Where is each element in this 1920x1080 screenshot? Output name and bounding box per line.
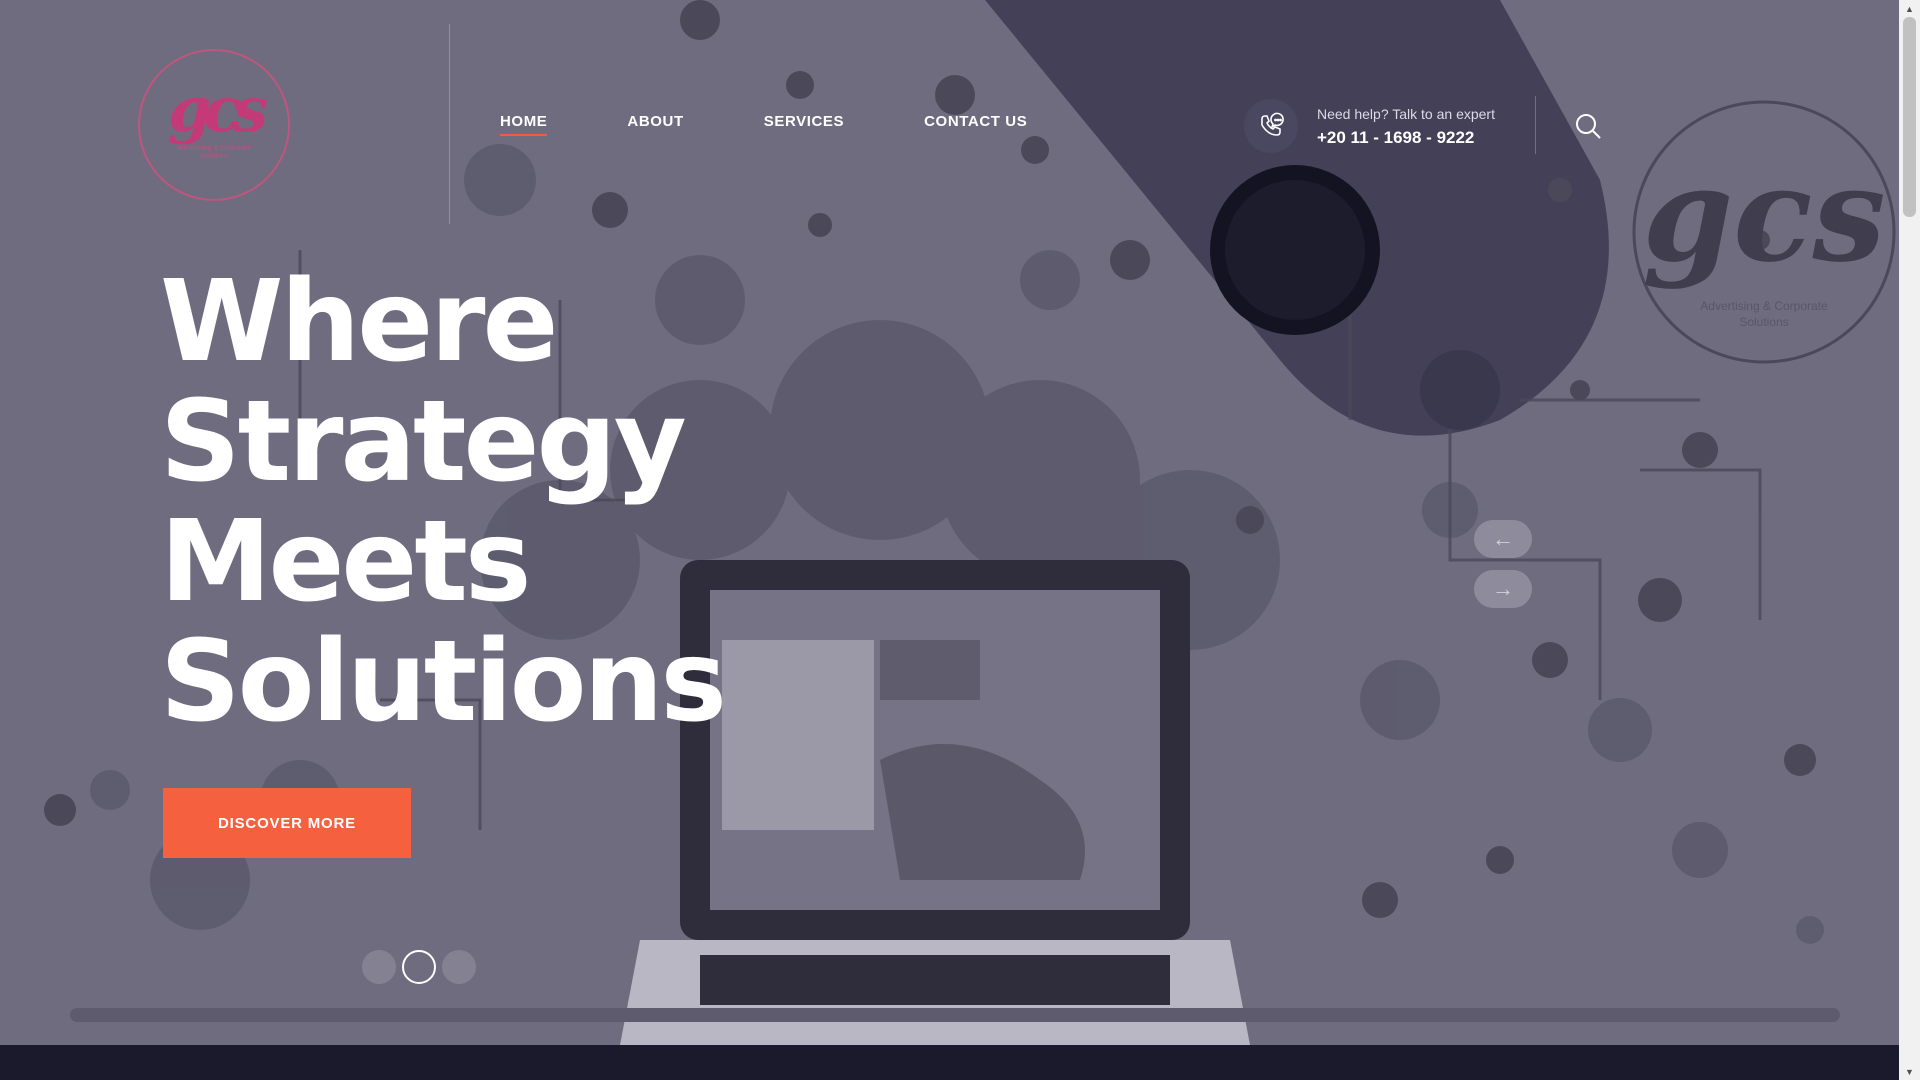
main-nav: HOME ABOUT SERVICES CONTACT US — [500, 113, 1027, 136]
page-scrollbar[interactable]: ▲ ▼ — [1899, 0, 1920, 1080]
logo-mark: gcs — [167, 72, 268, 146]
arrow-right-icon[interactable]: → — [1474, 570, 1532, 608]
slider-dot-2[interactable] — [402, 950, 436, 984]
svg-text:Solutions: Solutions — [1739, 315, 1788, 329]
help-phone-number[interactable]: +20 11 - 1698 - 9222 — [1317, 128, 1474, 148]
scroll-up-icon[interactable]: ▲ — [1899, 0, 1920, 17]
nav-item-home[interactable]: HOME — [500, 113, 548, 136]
discover-more-button[interactable]: DISCOVER MORE — [163, 788, 411, 858]
brand-logo[interactable]: gcs Advertising & Corporate Solutions — [138, 49, 290, 201]
help-label: Need help? Talk to an expert — [1317, 106, 1495, 122]
headline-line-3: Meets — [160, 497, 532, 627]
header-divider-left — [449, 24, 450, 224]
headline-line-1: Where — [160, 257, 558, 387]
svg-text:Advertising & Corporate: Advertising & Corporate — [1700, 299, 1828, 313]
page-viewport: gcs Advertising & Corporate Solutions gc… — [0, 0, 1899, 1080]
nav-item-services[interactable]: SERVICES — [764, 113, 844, 136]
slider-pagination — [362, 950, 476, 984]
search-icon[interactable] — [1573, 111, 1603, 141]
header-divider-right — [1535, 96, 1536, 154]
svg-text:gcs: gcs — [1642, 138, 1885, 291]
arrow-left-icon[interactable]: ← — [1474, 520, 1532, 558]
hero-headline: Where Strategy Meets Solutions — [160, 262, 800, 742]
nav-item-contact-us[interactable]: CONTACT US — [924, 113, 1027, 136]
phone-chat-icon[interactable] — [1244, 99, 1298, 153]
slider-dot-1[interactable] — [362, 950, 396, 984]
next-section-band — [0, 1045, 1899, 1080]
scrollbar-thumb[interactable] — [1903, 17, 1916, 217]
headline-line-2: Strategy — [160, 377, 687, 507]
scroll-down-icon[interactable]: ▼ — [1899, 1063, 1920, 1080]
headline-line-4: Solutions — [160, 617, 727, 747]
logo-tagline: Advertising & Corporate Solutions — [176, 144, 252, 160]
slider-dot-3[interactable] — [442, 950, 476, 984]
hero-section: gcs Advertising & Corporate Solutions gc… — [0, 0, 1899, 1045]
nav-item-about[interactable]: ABOUT — [627, 113, 683, 136]
